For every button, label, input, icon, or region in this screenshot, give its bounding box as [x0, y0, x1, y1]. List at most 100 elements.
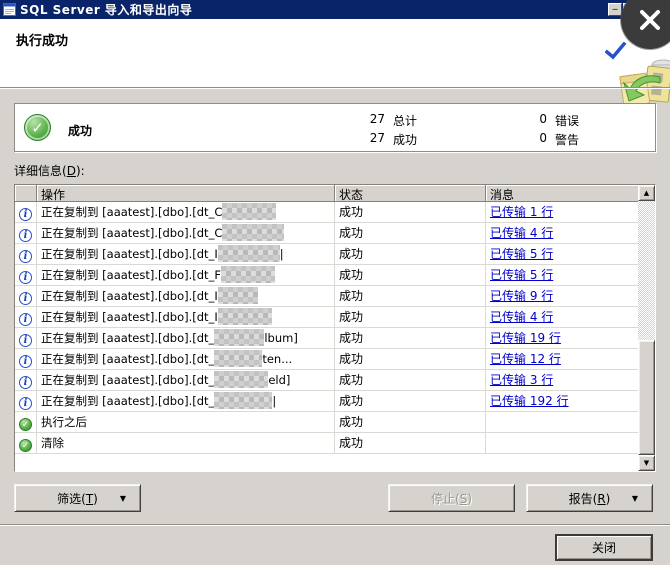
column-header-icon[interactable] — [15, 185, 37, 202]
table-row[interactable]: i 正在复制到 [aaatest].[dbo].[dt_eld] 成功 已传输 … — [15, 370, 638, 391]
success-icon: ✓ — [19, 439, 32, 452]
action-cell: 正在复制到 [aaatest].[dbo].[dt_I| — [37, 244, 335, 264]
error-count: 0 — [523, 112, 547, 126]
info-icon: i — [19, 292, 32, 305]
report-button[interactable]: 报告(R) ▼ — [526, 484, 653, 512]
rows-transferred-link[interactable]: 已传输 5 行 — [490, 268, 553, 282]
close-icon — [635, 5, 665, 35]
filter-button[interactable]: 筛选(T) ▼ — [14, 484, 141, 512]
wizard-header: 执行成功 — [0, 19, 670, 87]
success-count: 27 — [361, 131, 385, 145]
info-icon: i — [19, 355, 32, 368]
action-cell: 正在复制到 [aaatest].[dbo].[dt_I — [37, 307, 335, 327]
info-icon: i — [19, 229, 32, 242]
info-icon: i — [19, 208, 32, 221]
rows-transferred-link[interactable]: 已传输 1 行 — [490, 205, 553, 219]
total-count: 27 — [361, 112, 385, 126]
column-header-status[interactable]: 状态 — [335, 185, 486, 202]
action-cell: 正在复制到 [aaatest].[dbo].[dt_C — [37, 202, 335, 222]
column-header-message[interactable]: 消息 — [486, 185, 638, 202]
scrollbar-thumb[interactable] — [638, 340, 655, 455]
action-cell: 正在复制到 [aaatest].[dbo].[dt_I — [37, 286, 335, 306]
redaction-mosaic — [221, 266, 275, 283]
action-cell: 正在复制到 [aaatest].[dbo].[dt_| — [37, 391, 335, 411]
minimize-button[interactable]: ─ — [608, 3, 622, 16]
redaction-mosaic — [214, 350, 262, 367]
chevron-down-icon: ▼ — [632, 494, 638, 503]
table-row[interactable]: i 正在复制到 [aaatest].[dbo].[dt_lbum] 成功 已传输… — [15, 328, 638, 349]
summary-panel: ✓ 成功 27 总计 27 成功 0 错误 0 警告 — [14, 103, 656, 152]
rows-transferred-link[interactable]: 已传输 3 行 — [490, 373, 553, 387]
scroll-up-icon[interactable]: ▲ — [638, 185, 655, 201]
rows-transferred-link[interactable]: 已传输 192 行 — [490, 394, 569, 408]
info-icon: i — [19, 397, 32, 410]
scroll-down-icon[interactable]: ▼ — [638, 455, 655, 471]
action-cell: 正在复制到 [aaatest].[dbo].[dt_lbum] — [37, 328, 335, 348]
rows-transferred-link[interactable]: 已传输 4 行 — [490, 310, 553, 324]
table-row[interactable]: i 正在复制到 [aaatest].[dbo].[dt_C 成功 已传输 4 行 — [15, 223, 638, 244]
grid-header: 操作 状态 消息 — [15, 185, 655, 202]
status-cell: 成功 — [335, 391, 486, 411]
window-title: SQL Server 导入和导出向导 — [20, 1, 192, 18]
grid-rows: i 正在复制到 [aaatest].[dbo].[dt_C 成功 已传输 1 行… — [15, 202, 638, 454]
close-button[interactable]: 关闭 — [555, 534, 653, 561]
column-header-action[interactable]: 操作 — [37, 185, 335, 202]
info-icon: i — [19, 334, 32, 347]
table-row[interactable]: ✓ 执行之后 成功 — [15, 412, 638, 433]
warning-count: 0 — [523, 131, 547, 145]
header-separator — [0, 87, 670, 89]
status-cell: 成功 — [335, 328, 486, 348]
redaction-mosaic — [214, 392, 272, 409]
success-icon: ✓ — [19, 418, 32, 431]
status-cell: 成功 — [335, 223, 486, 243]
app-icon — [3, 3, 16, 16]
action-cell: 执行之后 — [37, 412, 335, 432]
total-label: 总计 — [393, 112, 417, 129]
message-cell — [486, 412, 638, 432]
table-row[interactable]: i 正在复制到 [aaatest].[dbo].[dt_| 成功 已传输 192… — [15, 391, 638, 412]
status-cell: 成功 — [335, 286, 486, 306]
redaction-mosaic — [222, 203, 276, 220]
redaction-mosaic — [218, 245, 280, 262]
info-icon: i — [19, 250, 32, 263]
import-export-wizard-icon — [616, 57, 670, 107]
rows-transferred-link[interactable]: 已传输 12 行 — [490, 352, 561, 366]
status-cell: 成功 — [335, 370, 486, 390]
status-cell: 成功 — [335, 433, 486, 453]
message-cell — [486, 433, 638, 453]
rows-transferred-link[interactable]: 已传输 19 行 — [490, 331, 561, 345]
success-label: 成功 — [393, 131, 417, 148]
results-grid: 操作 状态 消息 i 正在复制到 [aaatest].[dbo].[dt_C 成… — [14, 184, 656, 472]
error-label: 错误 — [555, 112, 579, 129]
action-cell: 正在复制到 [aaatest].[dbo].[dt_ten... — [37, 349, 335, 369]
action-cell: 正在复制到 [aaatest].[dbo].[dt_C — [37, 223, 335, 243]
status-cell: 成功 — [335, 349, 486, 369]
wizard-dialog: SQL Server 导入和导出向导 ─ ❐ ✕ 执行成功 — [0, 0, 670, 565]
page-title: 执行成功 — [16, 30, 68, 49]
chevron-down-icon: ▼ — [120, 494, 126, 503]
table-row[interactable]: i 正在复制到 [aaatest].[dbo].[dt_F 成功 已传输 5 行 — [15, 265, 638, 286]
stop-button[interactable]: 停止(S) — [388, 484, 515, 512]
info-icon: i — [19, 271, 32, 284]
rows-transferred-link[interactable]: 已传输 5 行 — [490, 247, 553, 261]
info-icon: i — [19, 376, 32, 389]
redaction-mosaic — [222, 224, 284, 241]
details-label: 详细信息(D): — [14, 162, 85, 179]
status-cell: 成功 — [335, 412, 486, 432]
status-cell: 成功 — [335, 307, 486, 327]
table-row[interactable]: i 正在复制到 [aaatest].[dbo].[dt_C 成功 已传输 1 行 — [15, 202, 638, 223]
rows-transferred-link[interactable]: 已传输 9 行 — [490, 289, 553, 303]
action-cell: 正在复制到 [aaatest].[dbo].[dt_eld] — [37, 370, 335, 390]
rows-transferred-link[interactable]: 已传输 4 行 — [490, 226, 553, 240]
table-row[interactable]: i 正在复制到 [aaatest].[dbo].[dt_I 成功 已传输 4 行 — [15, 307, 638, 328]
redaction-mosaic — [214, 329, 264, 346]
table-row[interactable]: i 正在复制到 [aaatest].[dbo].[dt_I| 成功 已传输 5 … — [15, 244, 638, 265]
footer-separator — [0, 524, 670, 526]
info-icon: i — [19, 313, 32, 326]
table-row[interactable]: ✓ 清除 成功 — [15, 433, 638, 454]
vertical-scrollbar[interactable]: ▲ ▼ — [638, 185, 655, 471]
status-cell: 成功 — [335, 202, 486, 222]
summary-status: 成功 — [68, 122, 92, 139]
table-row[interactable]: i 正在复制到 [aaatest].[dbo].[dt_I 成功 已传输 9 行 — [15, 286, 638, 307]
table-row[interactable]: i 正在复制到 [aaatest].[dbo].[dt_ten... 成功 已传… — [15, 349, 638, 370]
